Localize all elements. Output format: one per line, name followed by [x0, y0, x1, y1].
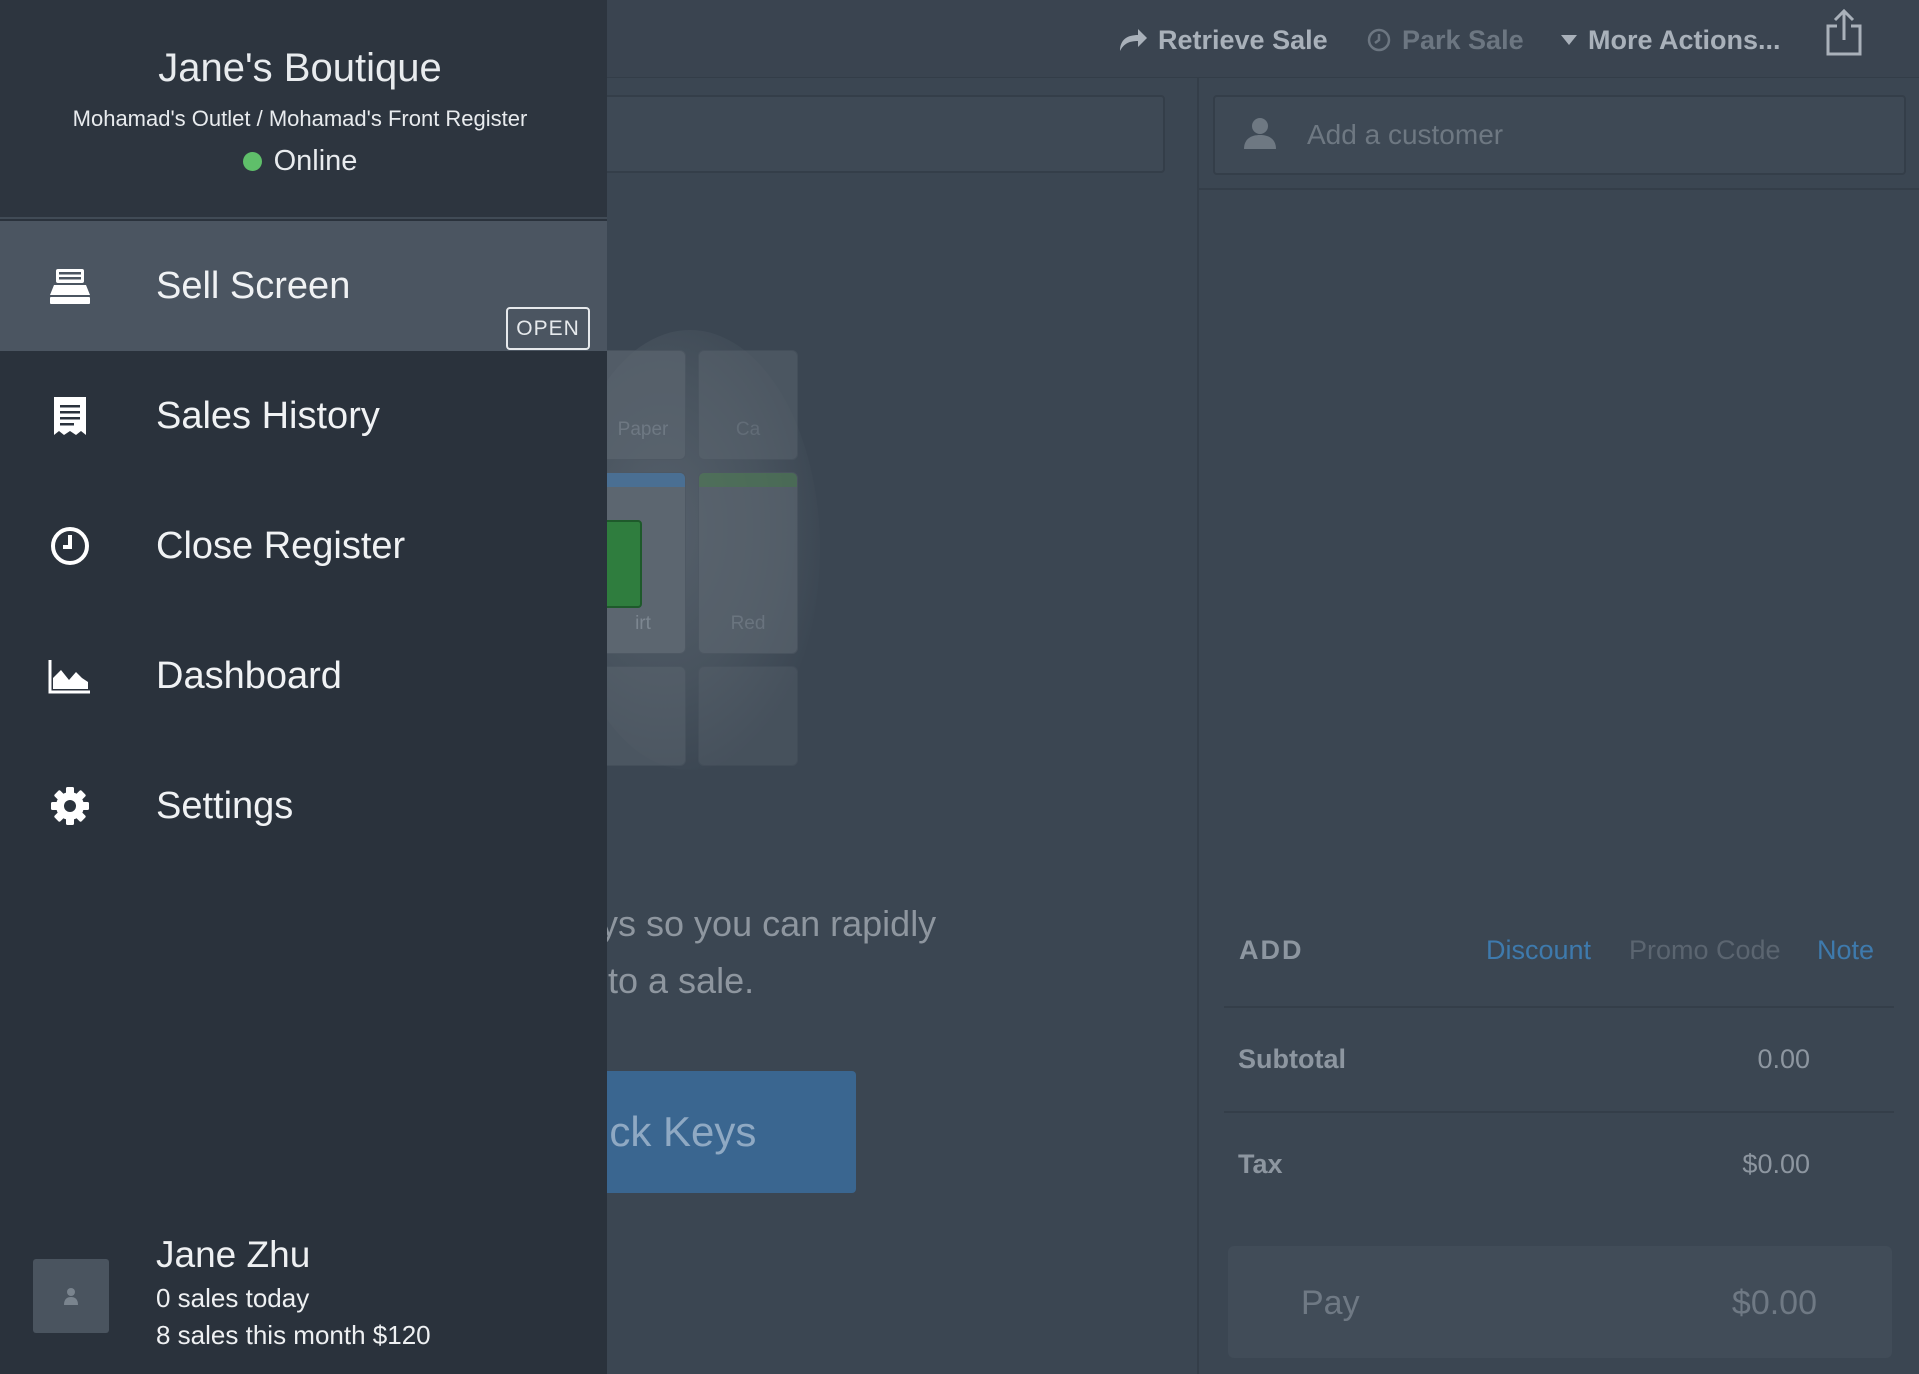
park-sale-label: Park Sale — [1402, 24, 1524, 55]
register-open-badge: OPEN — [506, 307, 590, 350]
sales-today: 0 sales today — [156, 1283, 310, 1313]
quick-key-label: Ca — [735, 419, 761, 440]
quick-key-label: Red — [730, 613, 766, 634]
navigation-drawer: Jane's Boutique Mohamad's Outlet / Moham… — [0, 0, 607, 1374]
quick-key-label: irt — [635, 613, 651, 634]
pay-label: Pay — [1301, 1284, 1360, 1322]
retrieve-sale-label: Retrieve Sale — [1158, 24, 1328, 55]
nav-label: Close Register — [156, 524, 406, 567]
nav-item-settings[interactable]: Settings — [0, 741, 607, 871]
park-sale-button[interactable]: Park Sale — [1366, 22, 1524, 58]
retrieve-arrow-icon — [1118, 27, 1148, 53]
divider — [1224, 1111, 1894, 1113]
add-row: ADD Discount Promo Code Note — [1224, 935, 1894, 975]
pay-button[interactable]: Pay $0.00 — [1228, 1246, 1892, 1358]
add-label: ADD — [1239, 935, 1304, 965]
quick-keys-help-text: eys so you can rapidly s to a sale. — [580, 895, 1100, 1009]
online-dot-icon — [242, 152, 262, 171]
retrieve-sale-button[interactable]: Retrieve Sale — [1118, 22, 1328, 58]
customer-placeholder: Add a customer — [1307, 119, 1504, 150]
quick-key-tile: Red — [698, 472, 798, 654]
register-icon — [48, 264, 92, 308]
discount-link[interactable]: Discount — [1486, 935, 1591, 966]
status-label: Online — [273, 145, 358, 177]
connection-status: Online — [0, 145, 600, 178]
subtotal-value: 0.00 — [1757, 1044, 1810, 1074]
share-icon[interactable] — [1824, 8, 1864, 63]
help-line: s to a sale. — [580, 960, 755, 1001]
more-actions-button[interactable]: More Actions... — [1560, 22, 1781, 58]
quick-key-tile — [698, 666, 798, 766]
add-customer-input[interactable]: Add a customer — [1213, 95, 1906, 175]
nav-label: Settings — [156, 784, 294, 827]
quick-key-tile: Paper — [600, 350, 686, 460]
quick-keys-button[interactable]: ick Keys — [580, 1071, 856, 1193]
sales-this-month: 8 sales this month $120 — [156, 1320, 431, 1350]
subtotal-label: Subtotal — [1238, 1044, 1346, 1074]
user-silhouette-icon — [64, 1288, 78, 1305]
park-clock-icon — [1366, 27, 1392, 53]
more-actions-label: More Actions... — [1588, 24, 1781, 55]
nav-item-dashboard[interactable]: Dashboard — [0, 611, 607, 741]
avatar — [33, 1259, 109, 1333]
receipt-icon — [48, 394, 92, 438]
nav-item-close-register[interactable]: Close Register — [0, 481, 607, 611]
gear-icon — [48, 784, 92, 828]
nav-item-sales-history[interactable]: Sales History — [0, 351, 607, 481]
quick-key-tile — [600, 666, 686, 766]
divider — [1224, 1006, 1894, 1008]
quick-key-tile: Ca — [698, 350, 798, 460]
pay-amount: $0.00 — [1731, 1284, 1817, 1322]
nav-label: Sell Screen — [156, 264, 351, 307]
nav-label: Dashboard — [156, 654, 342, 697]
product-search-input[interactable] — [580, 95, 1165, 173]
nav-item-sell-screen[interactable]: Sell Screen OPEN — [0, 221, 607, 351]
nav-label: Sales History — [156, 394, 380, 437]
tax-row: Tax $0.00 — [1238, 1149, 1810, 1180]
chart-icon — [48, 654, 92, 698]
tax-value: $0.00 — [1742, 1149, 1810, 1179]
promo-code-link[interactable]: Promo Code — [1629, 935, 1781, 966]
subtotal-row: Subtotal 0.00 — [1238, 1044, 1810, 1075]
user-name: Jane Zhu — [156, 1234, 311, 1275]
note-link[interactable]: Note — [1817, 935, 1874, 966]
store-name: Jane's Boutique — [158, 46, 442, 90]
divider — [1199, 188, 1919, 190]
clock-icon — [48, 524, 92, 568]
tax-label: Tax — [1238, 1149, 1283, 1179]
drawer-header: Jane's Boutique Mohamad's Outlet / Moham… — [0, 0, 607, 219]
outlet-register: Mohamad's Outlet / Mohamad's Front Regis… — [72, 106, 528, 131]
user-profile[interactable]: Jane Zhu 0 sales today 8 sales this mont… — [0, 1230, 607, 1374]
help-line: eys so you can rapidly — [580, 903, 937, 944]
quick-key-label: Paper — [617, 419, 669, 440]
person-icon — [1243, 117, 1277, 154]
caret-down-icon — [1560, 34, 1578, 46]
